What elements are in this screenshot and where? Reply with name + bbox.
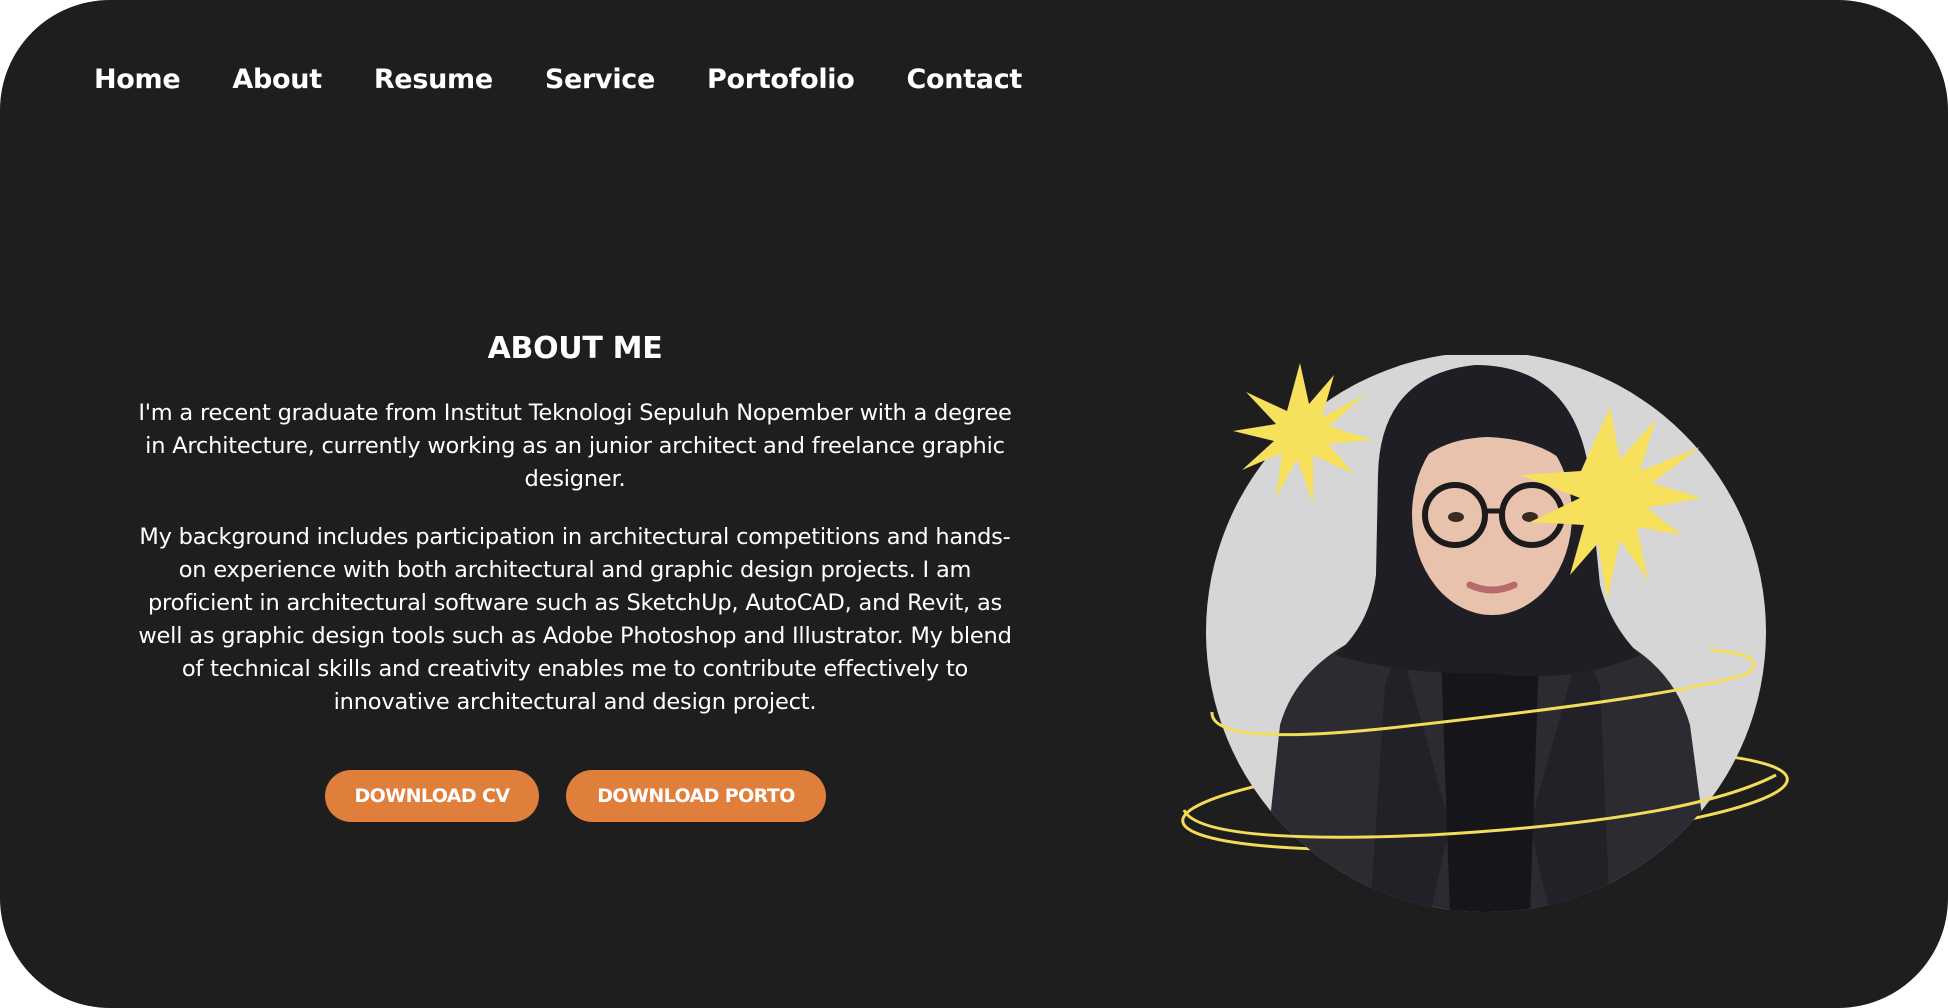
portrait-eye-left: [1448, 512, 1464, 522]
download-porto-button[interactable]: DOWNLOAD PORTO: [566, 770, 826, 822]
nav-portofolio-link[interactable]: Portofolio: [707, 60, 855, 100]
profile-illustration-svg: [1181, 355, 1789, 912]
page-frame: Home About Resume Service Portofolio Con…: [0, 0, 1948, 1008]
about-section: ABOUT ME I'm a recent graduate from Inst…: [130, 325, 1020, 744]
nav-home-link[interactable]: Home: [94, 60, 181, 100]
download-buttons: DOWNLOAD CV DOWNLOAD PORTO: [325, 770, 826, 822]
profile-illustration: [1170, 355, 1800, 915]
main-nav: Home About Resume Service Portofolio Con…: [94, 60, 1022, 100]
nav-contact-link[interactable]: Contact: [906, 60, 1022, 100]
about-paragraph-intro: I'm a recent graduate from Institut Tekn…: [138, 400, 1012, 492]
download-cv-button[interactable]: DOWNLOAD CV: [325, 770, 539, 822]
nav-resume-link[interactable]: Resume: [374, 60, 493, 100]
nav-service-link[interactable]: Service: [545, 60, 655, 100]
nav-about-link[interactable]: About: [232, 60, 322, 100]
about-title: ABOUT ME: [487, 331, 663, 366]
about-paragraph-background: My background includes participation in …: [138, 524, 1012, 715]
